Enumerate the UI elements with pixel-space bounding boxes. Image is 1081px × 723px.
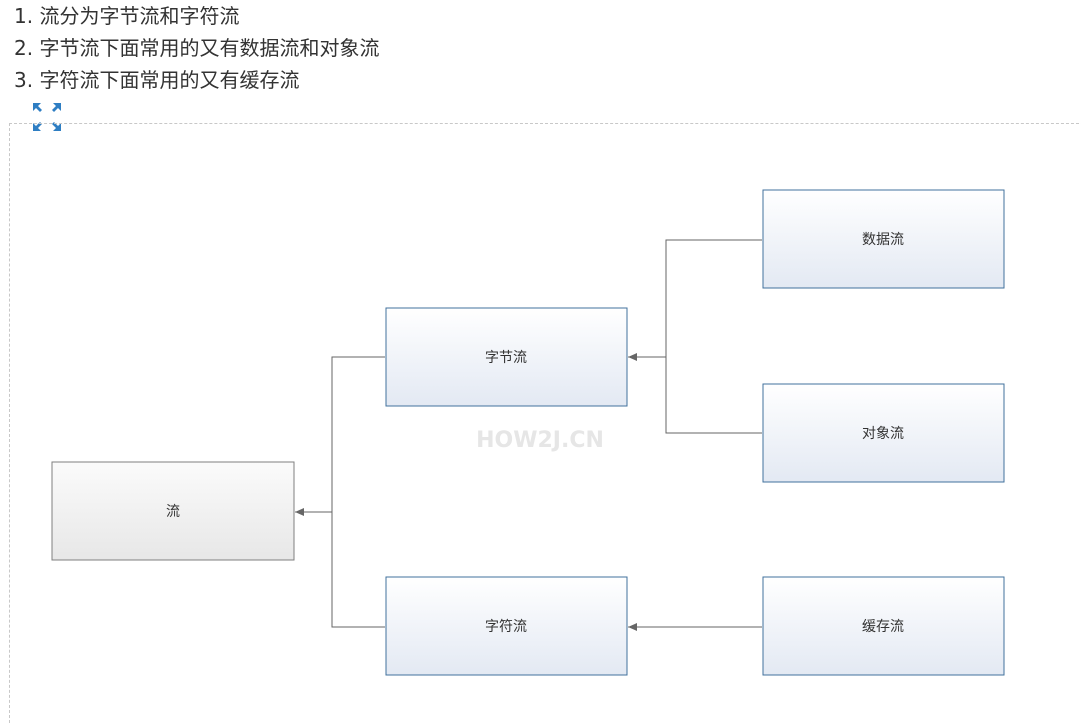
connector-data-to-byte [628, 239, 762, 361]
stream-hierarchy-diagram: HOW2J.CN 流 字节流 字符流 数据流 对象流 缓存流 [51, 189, 1005, 676]
connector-object-to-byte [665, 357, 762, 434]
node-data-stream: 数据流 [762, 189, 1005, 289]
node-label: 对象流 [862, 426, 904, 442]
watermark: HOW2J.CN [476, 428, 604, 453]
node-label: 数据流 [862, 232, 904, 248]
connector-char-to-stream [331, 512, 385, 628]
node-label: 流 [166, 504, 180, 520]
node-label: 字符流 [485, 619, 527, 635]
node-label: 缓存流 [862, 619, 904, 635]
node-byte-stream: 字节流 [385, 307, 628, 407]
connector-byte-to-stream [295, 356, 385, 516]
node-char-stream: 字符流 [385, 576, 628, 676]
node-object-stream: 对象流 [762, 383, 1005, 483]
node-label: 字节流 [485, 350, 527, 366]
node-buffered-stream: 缓存流 [762, 576, 1005, 676]
node-stream: 流 [51, 461, 295, 561]
